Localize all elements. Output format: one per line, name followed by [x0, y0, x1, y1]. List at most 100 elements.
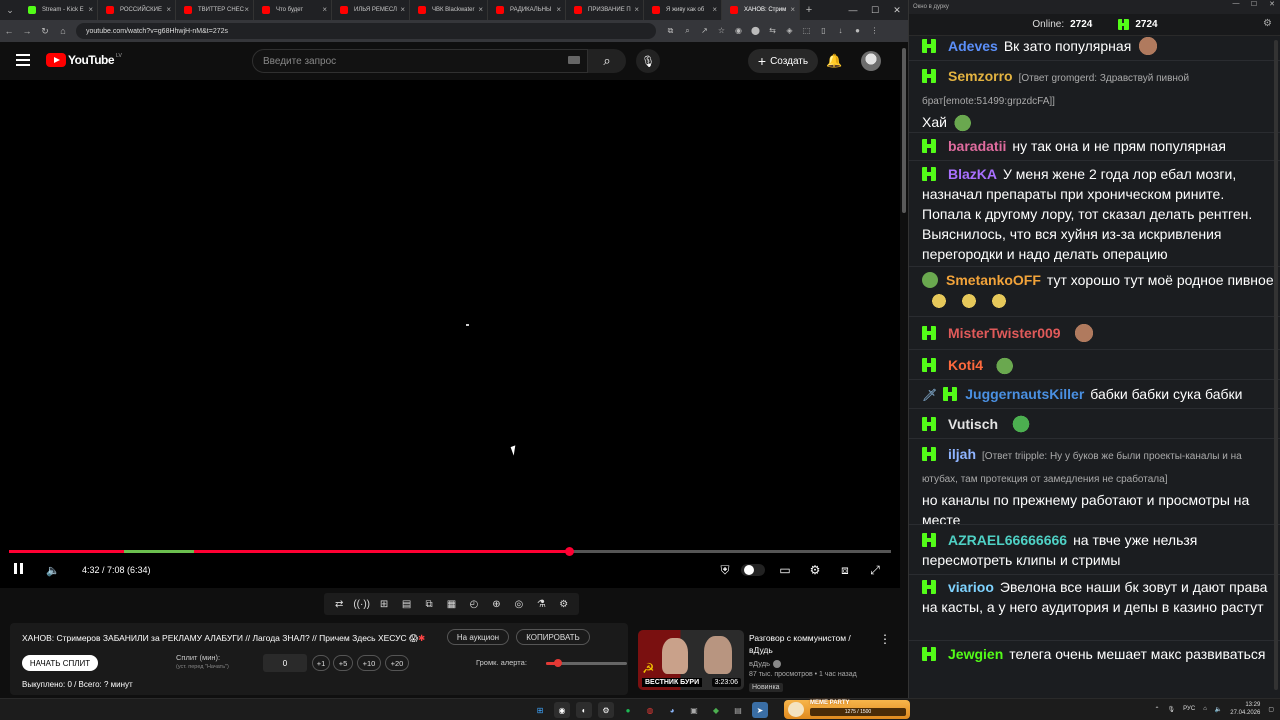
clock[interactable]: 13:29 27.04.2026: [1230, 701, 1260, 717]
tab-close-icon[interactable]: ×: [478, 5, 483, 14]
frame-icon[interactable]: ▦: [442, 599, 460, 610]
youtube-logo[interactable]: YouTube LV: [46, 53, 122, 67]
browser-tab[interactable]: РАДИКАЛЬНЫ ×: [488, 0, 566, 20]
page-scrollbar[interactable]: [900, 42, 908, 698]
more-options-icon[interactable]: ⋮: [879, 632, 891, 646]
fullscreen-icon[interactable]: ⤢: [866, 562, 884, 578]
extension-icon[interactable]: ◈: [781, 26, 798, 36]
volume-button[interactable]: 🔈: [46, 562, 60, 578]
chrome-icon[interactable]: ◉: [554, 702, 570, 718]
chat-messages[interactable]: Adeves Вк зато популярная Semzorro [Ответ …: [909, 36, 1280, 698]
recommendation-title[interactable]: Разговор с коммунистом / вДудь: [749, 632, 869, 656]
extension-icon[interactable]: ◉: [730, 26, 747, 36]
auction-button[interactable]: На аукцион: [447, 629, 509, 645]
tab-close-icon[interactable]: ×: [244, 5, 249, 14]
spotify-icon[interactable]: ●: [620, 702, 636, 718]
chat-username[interactable]: Adeves: [948, 38, 998, 54]
sponsorblock-icon[interactable]: ⛨: [716, 562, 734, 578]
sidebar-icon[interactable]: ▯: [815, 26, 832, 36]
settings-gear-icon[interactable]: ⚙: [806, 562, 824, 578]
url-input[interactable]: youtube.com/watch?v=g68HhwjH-nM&t=272s: [76, 23, 656, 39]
browser-tab[interactable]: Я живу как об ×: [644, 0, 722, 20]
add-20-button[interactable]: +20: [385, 655, 409, 671]
chat-username[interactable]: JuggernautsKiller: [965, 386, 1084, 402]
chat-username[interactable]: baradatii: [948, 138, 1006, 154]
tab-close-icon[interactable]: ×: [88, 5, 93, 14]
extension-icon[interactable]: ⬤: [747, 26, 764, 36]
flask-icon[interactable]: ⚗: [532, 599, 550, 610]
minimize-icon[interactable]: —: [842, 0, 864, 20]
tab-close-icon[interactable]: ×: [322, 5, 327, 14]
maximize-icon[interactable]: ☐: [1245, 0, 1263, 8]
subtitles-icon[interactable]: ▭: [776, 562, 794, 578]
telegram-icon[interactable]: ➤: [752, 702, 768, 718]
browser-tab[interactable]: ТВИТТЕР СНЕС ×: [176, 0, 254, 20]
recommendation-channel[interactable]: вДудь: [749, 659, 782, 669]
scrollbar-thumb[interactable]: [902, 48, 906, 213]
chat-username[interactable]: Vutisch: [948, 416, 998, 432]
notifications-bell-icon[interactable]: 🔔: [826, 53, 842, 69]
app-icon[interactable]: ◆: [708, 702, 724, 718]
new-tab-button[interactable]: +: [800, 4, 818, 16]
recommendation-thumbnail[interactable]: ☭ ВЕСТНИК БУРИ 3:23:06: [638, 630, 744, 690]
progress-bar[interactable]: [9, 547, 891, 556]
menu-icon[interactable]: [16, 54, 30, 66]
tab-close-icon[interactable]: ×: [166, 5, 171, 14]
search-input[interactable]: Введите запрос: [252, 49, 588, 73]
video-player[interactable]: 🔈 4:32 / 7:08 (6:34) ⛨ ▭ ⚙ ⧈ ⤢: [0, 80, 900, 588]
browser-icon[interactable]: ◐: [576, 702, 592, 718]
profile-icon[interactable]: ●: [849, 26, 866, 36]
close-icon[interactable]: ✕: [1263, 0, 1280, 8]
chat-username[interactable]: AZRAEL66666666: [948, 532, 1067, 548]
back-icon[interactable]: ←: [0, 20, 18, 42]
add-1-button[interactable]: +1: [312, 655, 330, 671]
download-icon[interactable]: ↓: [832, 26, 849, 36]
browser-tab[interactable]: ЧВК Blackwater ×: [410, 0, 488, 20]
speaker-icon[interactable]: 🔈: [1215, 706, 1222, 713]
browser-tab[interactable]: ИЛЬЯ РЕМЕСЛ ×: [332, 0, 410, 20]
add-10-button[interactable]: +10: [357, 655, 381, 671]
menu-dots-icon[interactable]: ⋮: [866, 26, 883, 36]
alert-volume-slider[interactable]: [546, 659, 627, 667]
browser-tab[interactable]: ХАНОВ: Стрим ×: [722, 0, 800, 20]
start-split-button[interactable]: НАЧАТЬ СПЛИТ: [22, 655, 98, 671]
language-indicator[interactable]: РУС: [1183, 706, 1195, 712]
install-icon[interactable]: ⧉: [662, 26, 679, 36]
app-icon[interactable]: ▤: [730, 702, 746, 718]
forward-icon[interactable]: →: [18, 20, 36, 42]
add-icon[interactable]: ⊕: [487, 599, 505, 610]
puzzle-icon[interactable]: ⬚: [798, 26, 815, 36]
chat-username[interactable]: SmetankoOFF: [946, 272, 1041, 288]
alert-volume-handle[interactable]: [554, 659, 563, 667]
pip-icon[interactable]: ⧉: [420, 599, 438, 610]
search-button[interactable]: ⌕: [588, 49, 626, 73]
pause-button[interactable]: [14, 562, 26, 578]
tab-close-icon[interactable]: ×: [634, 5, 639, 14]
voice-search-button[interactable]: 🎙: [636, 49, 660, 73]
tab-close-icon[interactable]: ×: [400, 5, 405, 14]
chat-username[interactable]: Semzorro: [948, 68, 1013, 84]
share-icon[interactable]: ↗: [696, 26, 713, 36]
scrubber-handle[interactable]: [565, 547, 575, 556]
meme-party-widget[interactable]: MEME PARTY 1275 / 1500: [784, 700, 910, 719]
copy-button[interactable]: КОПИРОВАТЬ: [516, 629, 590, 645]
chat-username[interactable]: MisterTwister009: [948, 325, 1061, 341]
watch-later-icon[interactable]: ⊞: [375, 599, 393, 610]
avatar[interactable]: [861, 51, 881, 71]
add-5-button[interactable]: +5: [333, 655, 353, 671]
extension-icon[interactable]: ⇆: [764, 26, 781, 36]
chat-username[interactable]: BlazKA: [948, 166, 997, 182]
chat-scrollbar[interactable]: [1274, 40, 1278, 690]
browser-tab[interactable]: Stream - Kick E ×: [20, 0, 98, 20]
autoplay-toggle[interactable]: [741, 564, 765, 576]
chat-username[interactable]: iljah: [948, 446, 976, 462]
browser-tab[interactable]: Что будет ×: [254, 0, 332, 20]
browser-tab[interactable]: ПРИЗВАНИЕ П ×: [566, 0, 644, 20]
screenshot-icon[interactable]: ◎: [510, 599, 528, 610]
bookmark-star-icon[interactable]: ☆: [713, 26, 730, 36]
app-icon[interactable]: ◍: [642, 702, 658, 718]
mic-icon[interactable]: 🎙: [1168, 706, 1176, 713]
reload-icon[interactable]: ↻: [36, 20, 54, 42]
steam-icon[interactable]: ⚙: [598, 702, 614, 718]
minimize-icon[interactable]: —: [1227, 0, 1245, 8]
